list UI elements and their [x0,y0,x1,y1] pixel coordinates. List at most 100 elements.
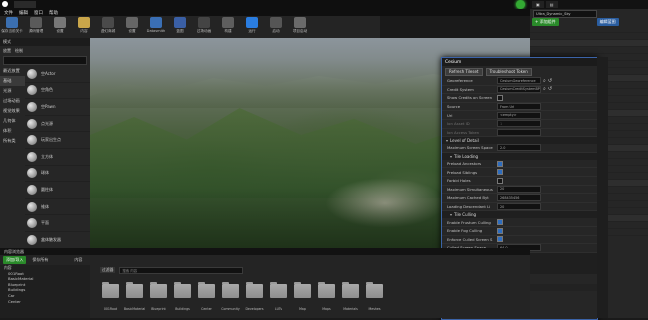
property-checkbox[interactable] [497,169,503,176]
property-value [497,160,597,167]
place-actor-item[interactable]: 空Pawn [25,99,90,116]
toolbar-button-6[interactable]: Datasmith [144,16,168,38]
component-row[interactable] [530,26,648,33]
component-row[interactable] [530,33,648,40]
section-tile-culling[interactable]: ▾ Tile Culling [442,211,597,219]
property-input[interactable]: <empty> [497,111,541,119]
place-actor-item[interactable]: 立方体 [25,149,90,166]
toolbar-button-5[interactable]: 设置 [120,16,144,38]
category-item[interactable]: 几何体 [0,116,25,126]
toolbar-button-4[interactable]: 虚幻商城 [96,16,120,38]
paint-mode-tool[interactable]: 绘制 [15,48,23,54]
place-actor-item[interactable]: 空Actor [25,66,90,83]
reset-icon[interactable]: ↺ [548,86,552,92]
asset-folder[interactable]: Center [196,276,217,318]
asset-folder[interactable]: 001Root [100,276,121,318]
actor-label: 立方体 [41,153,53,159]
category-item[interactable]: 所有类 [0,136,25,146]
asset-folder[interactable]: Community [220,276,241,318]
refresh-tileset-button[interactable]: Refresh Tileset [445,67,483,76]
outliner-search-input[interactable]: Ultra_Dynamic_Sky [533,9,597,18]
section-level-of-detail[interactable]: ▾ Level of Detail [442,137,597,145]
property-checkbox[interactable] [497,227,503,234]
troubleshoot-token-button[interactable]: Troubleshoot Token [485,67,532,76]
folder-tree-node[interactable]: Center [0,299,90,305]
toolbar-button-12[interactable]: 项目启动 [288,16,312,38]
toolbar-button-0[interactable]: 保存当前关卡 [0,16,24,38]
save-all-button[interactable]: 保存所有 [32,257,48,263]
toolbar-button-1[interactable]: 源码管理 [24,16,48,38]
place-actor-item[interactable]: 盒体触发器 [25,232,90,249]
browse-icon[interactable]: ⌕ [543,86,546,92]
section-tile-loading[interactable]: ▾ Tile Loading [442,152,597,160]
property-input[interactable]: 1 [497,120,541,128]
menu-edit[interactable]: 编辑 [19,10,28,16]
property-input[interactable]: 268435456 [497,194,541,202]
category-item[interactable]: 光源 [0,86,25,96]
toolbar-button-8[interactable]: 过场动画 [192,16,216,38]
property-input[interactable]: 20 [497,203,541,211]
place-actor-item[interactable]: 圆柱体 [25,182,90,199]
asset-folder[interactable]: Materials [340,276,361,318]
property-checkbox[interactable] [497,236,503,243]
place-actor-item[interactable]: 玩家出生点 [25,132,90,149]
property-checkbox[interactable] [497,160,503,167]
category-item[interactable]: 过场动画 [0,96,25,106]
property-checkbox[interactable] [497,219,503,226]
menu-window[interactable]: 窗口 [34,10,43,16]
property-input[interactable]: CesiumGeoreference [497,77,541,85]
add-import-button[interactable]: 添加/导入 [3,256,27,264]
toolbar-button-2[interactable]: 设置 [48,16,72,38]
category-item[interactable]: 最近放置 [0,66,25,76]
place-actor-item[interactable]: 球体 [25,166,90,183]
browse-icon[interactable]: ⌕ [543,78,546,84]
asset-folder[interactable]: BasicMaterial [124,276,145,318]
asset-folder[interactable]: LUTs [268,276,289,318]
property-input[interactable]: 2.0 [497,144,541,152]
tab-world-outliner[interactable]: ▣ [532,1,544,8]
category-item[interactable]: 体积 [0,126,25,136]
place-actor-item[interactable]: 锥体 [25,199,90,216]
property-checkbox[interactable] [497,94,503,101]
category-item[interactable]: 基础 [0,76,25,86]
reset-icon[interactable]: ↺ [548,78,552,84]
asset-folder[interactable]: Map [292,276,313,318]
details-scrollbar[interactable] [597,57,608,318]
asset-folder[interactable]: Maps [316,276,337,318]
property-input[interactable]: 20 [497,185,541,193]
content-search-input[interactable]: 搜索 内容 [119,266,244,274]
toolbar-button-9[interactable]: 构建 [216,16,240,38]
place-actor-item[interactable]: 点光源 [25,116,90,133]
property-checkbox[interactable] [497,177,503,184]
place-mode-tool[interactable]: 放置 [3,48,11,54]
menu-file[interactable]: 文件 [4,10,13,16]
place-actor-item[interactable]: 平面 [25,215,90,232]
filters-button[interactable]: 过滤器 [100,267,116,273]
property-input[interactable]: From Url [497,103,541,111]
category-item[interactable]: 视觉效果 [0,106,25,116]
menu-help[interactable]: 帮助 [49,10,58,16]
property-input[interactable] [497,128,541,136]
toolbar-button-10[interactable]: 运行 [240,16,264,38]
toolbar-icon [54,17,66,28]
component-row[interactable] [530,40,648,47]
place-actor-item[interactable]: 空角色 [25,83,90,100]
component-row[interactable] [530,47,648,54]
asset-folder[interactable]: Blueprint [148,276,169,318]
toolbar-button-11[interactable]: 启动 [264,16,288,38]
property-input[interactable]: CesiumCreditSystemBP [497,85,541,93]
toolbar-button-7[interactable]: 蓝图 [168,16,192,38]
tab-details[interactable]: ▤ [545,1,558,8]
asset-folder[interactable]: Meshes [364,276,385,318]
asset-folder[interactable]: Developers [244,276,265,318]
toolbar-button-3[interactable]: 内容 [72,16,96,38]
asset-folder[interactable]: Buildings [172,276,193,318]
modes-tab[interactable]: 模式 [0,38,90,46]
folder-label: Meshes [368,307,381,311]
content-browser-tab[interactable]: 内容浏览器 [0,248,530,255]
edit-blueprint-button[interactable]: 编辑蓝图 [596,18,619,26]
path-breadcrumb[interactable]: 内容 [74,257,82,263]
add-component-button[interactable]: + 添加组件 [532,18,559,26]
level-tab[interactable] [14,1,36,8]
place-search-input[interactable] [3,56,87,65]
